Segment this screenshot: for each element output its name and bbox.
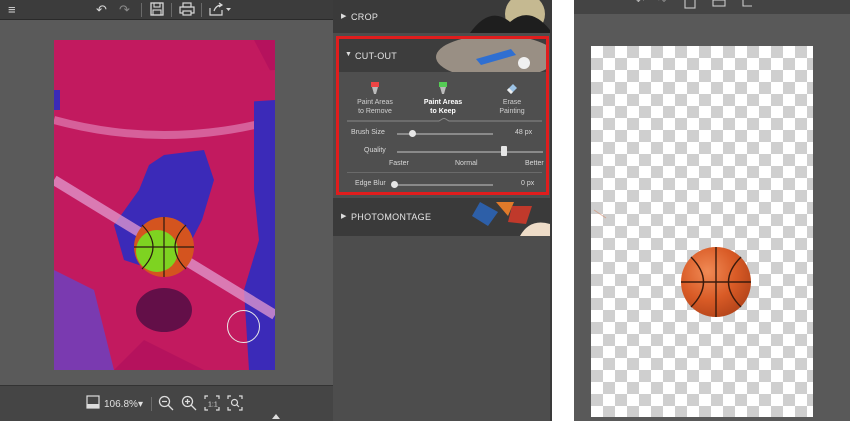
zoom-divider	[151, 397, 152, 411]
section-cutout: ▼ CUT-OUT Paint Areas to Remove Paint Ar…	[336, 36, 549, 195]
section-crop[interactable]: ▶ CROP	[333, 0, 550, 33]
tool-remove-line2: to Remove	[358, 108, 392, 115]
tool-erase-line2: Painting	[499, 108, 525, 115]
quality-faster-label: Faster	[389, 160, 409, 167]
zoom-out-icon[interactable]	[158, 395, 174, 415]
eraser-icon	[507, 84, 517, 94]
brush-remove-icon	[371, 82, 379, 94]
result-toolbar: ↶ ↷	[574, 0, 850, 14]
section-photomontage[interactable]: ▶ PHOTOMONTAGE	[333, 198, 550, 236]
quality-slider[interactable]	[397, 151, 543, 153]
undo-icon[interactable]: ↶	[96, 2, 107, 18]
zoom-in-icon[interactable]	[181, 395, 197, 415]
chevron-down-icon: ▼	[345, 51, 352, 58]
slider-divider	[347, 172, 542, 173]
cutout-basketball	[681, 247, 751, 317]
toolbar-divider	[201, 3, 202, 17]
export-icon[interactable]	[742, 0, 756, 15]
chevron-right-icon: ▶	[341, 213, 347, 220]
undo-icon[interactable]: ↶	[636, 0, 644, 7]
edge-blur-label: Edge Blur	[355, 180, 386, 187]
tool-keep-line1: Paint Areas	[423, 99, 463, 106]
save-icon[interactable]	[684, 0, 696, 15]
stray-paint-mark	[593, 209, 607, 219]
tool-divider	[347, 118, 542, 122]
brush-size-label: Brush Size	[351, 129, 385, 136]
tools-panel: ▶ CROP ▼ CUT-OUT Paint Areas to Remove P…	[333, 0, 550, 421]
zoom-bar: 106.8% ▾ 1:1	[0, 385, 333, 421]
section-cutout-header[interactable]: ▼ CUT-OUT	[339, 39, 546, 72]
print-icon[interactable]	[179, 2, 195, 20]
edge-blur-slider[interactable]	[397, 184, 493, 186]
zoom-level[interactable]: 106.8%	[104, 397, 138, 413]
toolbar-divider	[141, 3, 142, 17]
zoom-to-fit-icon[interactable]	[227, 395, 243, 415]
brush-cursor	[227, 310, 260, 343]
transparent-background	[591, 46, 813, 417]
section-crop-label: CROP	[351, 12, 379, 22]
hamburger-icon[interactable]: ≡	[8, 2, 16, 18]
tool-keep-line2: to Keep	[430, 108, 456, 115]
redo-icon[interactable]: ↷	[119, 2, 130, 18]
top-toolbar: ≡ ↶ ↷	[0, 0, 333, 20]
brush-size-knob[interactable]	[409, 130, 416, 137]
quality-label: Quality	[364, 147, 386, 154]
brush-size-value: 48 px	[515, 129, 533, 136]
brush-keep-icon	[439, 82, 447, 94]
print-icon[interactable]	[712, 0, 726, 15]
tool-erase-painting[interactable]: Erase Painting	[482, 81, 542, 116]
app-window: ≡ ↶ ↷ 106.8% ▾ 1:1 ▶ CROP ▼ CUT-OUT Pain…	[0, 0, 850, 421]
actual-size-icon[interactable]: 1:1	[204, 395, 220, 415]
quality-better-label: Better	[525, 160, 544, 167]
chevron-right-icon: ▶	[341, 13, 347, 20]
export-icon[interactable]	[209, 2, 233, 20]
section-photomontage-label: PHOTOMONTAGE	[351, 212, 432, 222]
quality-normal-label: Normal	[455, 160, 478, 167]
edge-blur-value: 0 px	[521, 180, 535, 187]
editor-area: ≡ ↶ ↷ 106.8% ▾ 1:1	[0, 0, 333, 421]
edge-blur-knob[interactable]	[391, 181, 398, 188]
chevron-down-icon[interactable]: ▾	[138, 397, 143, 413]
tool-remove-line1: Paint Areas	[357, 99, 393, 106]
fit-icon[interactable]	[86, 395, 100, 413]
section-cutout-label: CUT-OUT	[355, 51, 398, 61]
quality-knob[interactable]	[501, 146, 507, 156]
svg-text:1:1: 1:1	[208, 402, 218, 409]
tool-erase-line1: Erase	[502, 99, 522, 106]
save-icon[interactable]	[150, 2, 164, 20]
image-divider	[550, 0, 574, 421]
tool-paint-remove[interactable]: Paint Areas to Remove	[345, 81, 405, 116]
collapse-arrow-icon[interactable]	[272, 414, 280, 419]
tool-paint-keep[interactable]: Paint Areas to Keep	[413, 81, 473, 116]
result-preview: ↶ ↷	[574, 0, 850, 421]
toolbar-divider	[171, 3, 172, 17]
redo-icon[interactable]: ↷	[658, 0, 666, 7]
